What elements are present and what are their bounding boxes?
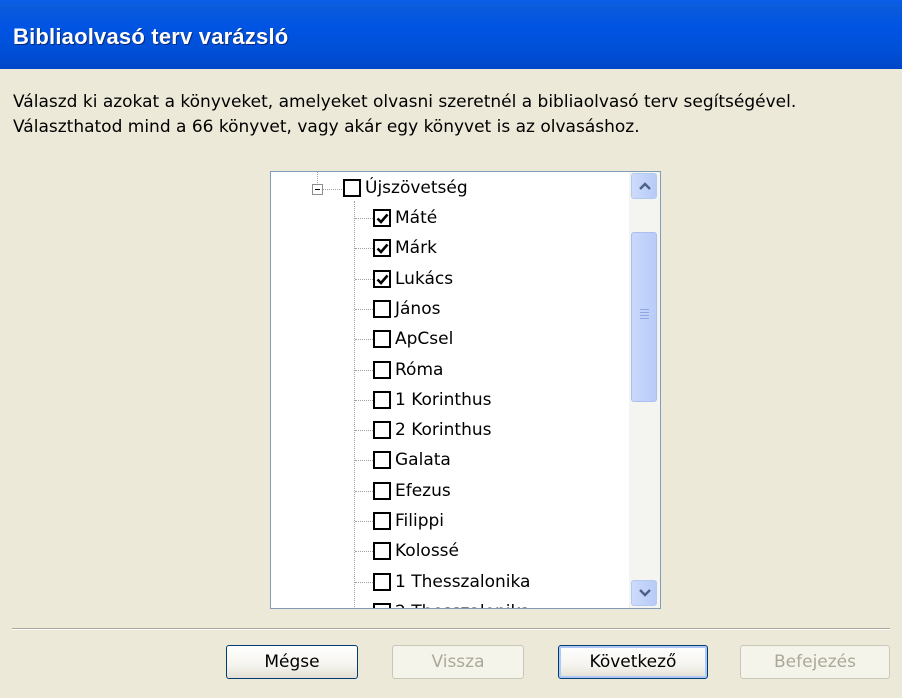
tree-connector-horizontal	[355, 369, 375, 371]
parent-checkbox[interactable]	[343, 179, 361, 197]
book-checkbox[interactable]	[373, 209, 391, 227]
instructions-text: Válaszd ki azokat a könyveket, amelyeket…	[13, 90, 893, 140]
tree-node-label: Márk	[395, 238, 437, 259]
tree-connector-horizontal	[355, 521, 375, 522]
book-checkbox[interactable]	[373, 239, 391, 258]
tree-connector-horizontal	[355, 581, 375, 583]
book-checkbox[interactable]	[373, 330, 391, 349]
tree-node-label: Efezus	[395, 480, 451, 501]
next-button[interactable]: Következő	[558, 645, 708, 679]
book-checkbox[interactable]	[373, 360, 391, 379]
book-checkbox[interactable]	[373, 421, 391, 440]
check-icon	[376, 274, 389, 285]
scroll-grip-line	[640, 312, 649, 313]
book-checkbox[interactable]	[373, 512, 391, 530]
scroll-up-arrow-icon	[639, 182, 651, 190]
tree-node-label: Kolossé	[395, 541, 459, 562]
window-title: Bibliaolvasó terv varázsló	[13, 24, 289, 49]
tree-node-label: 2 Korinthus	[395, 420, 492, 441]
tree-node-label: 1 Thesszalonika	[395, 571, 531, 592]
scroll-grip-line	[640, 318, 649, 319]
tree-connector-horizontal	[355, 308, 375, 310]
scroll-grip-line	[640, 309, 649, 310]
book-checkbox[interactable]	[373, 481, 391, 500]
tree-content: Újszövetség Máté Márk Lukács János ApCsel Róm…	[271, 172, 629, 608]
book-checkbox[interactable]	[373, 299, 391, 318]
tree-connector-horizontal	[323, 189, 342, 190]
book-checkbox[interactable]	[373, 451, 391, 470]
tree-connector-horizontal	[355, 399, 375, 401]
tree-connector-horizontal	[355, 278, 375, 280]
tree-connector-horizontal	[355, 430, 375, 432]
book-checkbox[interactable]	[373, 390, 391, 409]
scroll-down-button[interactable]	[631, 580, 657, 606]
instructions-line-1: Válaszd ki azokat a könyveket, amelyeket…	[13, 92, 797, 112]
tree-connector-horizontal	[355, 551, 375, 553]
tree-node-label: Filippi	[395, 511, 445, 531]
back-button[interactable]: Vissza	[392, 645, 524, 679]
button-separator	[12, 628, 890, 630]
scroll-thumb[interactable]	[631, 232, 657, 402]
tree-node-label: Újszövetség	[365, 178, 468, 198]
tree-connector-horizontal	[355, 218, 375, 219]
tree-connector-horizontal	[355, 460, 375, 462]
instructions-line-2: Választhatod mind a 66 könyvet, vagy aká…	[13, 117, 640, 137]
minus-expander-icon[interactable]	[312, 184, 323, 195]
tree-connector-vertical	[354, 201, 355, 608]
check-icon	[376, 213, 389, 224]
tree-node-label: 2 Thesszalonika	[395, 602, 530, 608]
title-bar: Bibliaolvasó terv varázsló	[0, 0, 902, 69]
tree-node-label: Lukács	[395, 268, 454, 289]
book-checkbox[interactable]	[373, 542, 391, 561]
book-checkbox[interactable]	[373, 269, 391, 288]
scroll-down-arrow-icon	[639, 589, 651, 597]
tree-node-label: ApCsel	[395, 329, 454, 350]
tree-connector-horizontal	[355, 490, 375, 492]
books-tree-view[interactable]: Újszövetség Máté Márk Lukács János ApCsel Róm…	[270, 171, 661, 609]
tree-node-label: János	[395, 298, 441, 319]
check-icon	[376, 243, 389, 255]
tree-node-label: Galata	[395, 450, 451, 471]
tree-node-label: 1 Korinthus	[395, 389, 492, 410]
finish-button[interactable]: Befejezés	[740, 645, 890, 679]
scroll-grip-line	[640, 315, 649, 316]
scroll-up-button[interactable]	[631, 173, 657, 199]
book-checkbox[interactable]	[373, 572, 391, 591]
cancel-button[interactable]: Mégse	[226, 645, 358, 679]
tree-node-label: Máté	[395, 208, 438, 228]
tree-connector-horizontal	[355, 339, 375, 341]
tree-connector-horizontal	[355, 248, 375, 250]
vertical-scrollbar[interactable]	[629, 172, 660, 608]
book-checkbox[interactable]	[373, 602, 391, 608]
tree-node-label: Róma	[395, 359, 444, 380]
